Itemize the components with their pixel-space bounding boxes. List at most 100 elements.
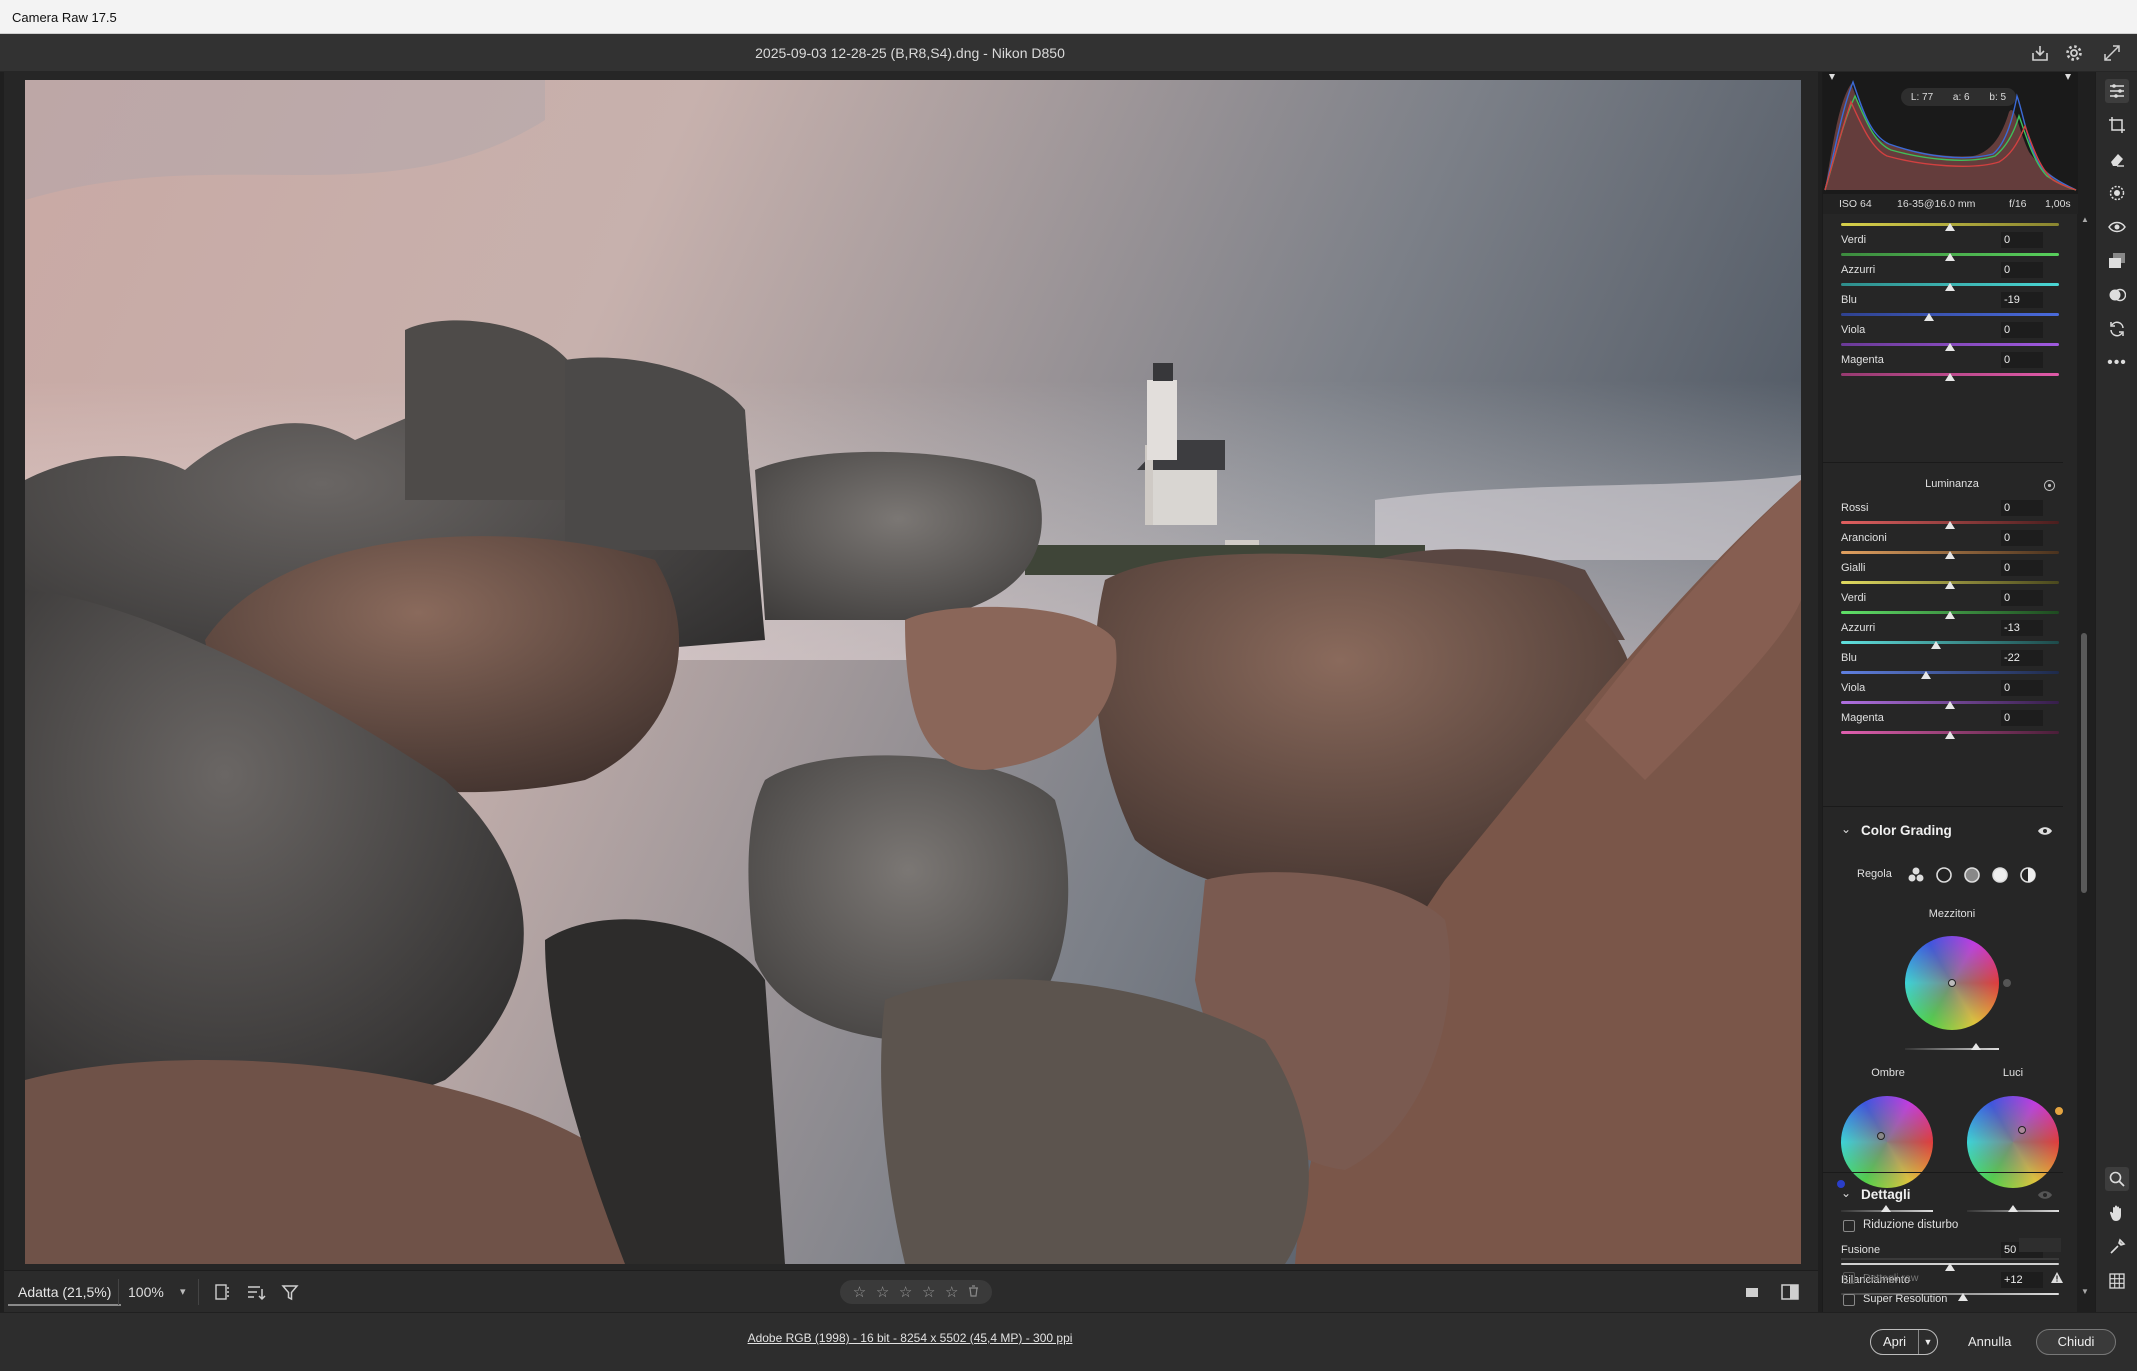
single-view-icon[interactable] bbox=[1740, 1280, 1764, 1304]
star-icon[interactable]: ☆ bbox=[853, 1283, 866, 1301]
shadows-mode-icon[interactable] bbox=[1935, 866, 1953, 887]
workflow-options-link[interactable]: Adobe RGB (1998) - 16 bit - 8254 x 5502 … bbox=[0, 1331, 1820, 1345]
slider-value[interactable]: 0 bbox=[2001, 710, 2043, 726]
chevron-down-icon[interactable]: ⌄ bbox=[1841, 822, 1851, 836]
sort-icon[interactable] bbox=[244, 1280, 268, 1304]
scroll-down-icon[interactable]: ▼ bbox=[2081, 1287, 2089, 1296]
star-icon[interactable]: ☆ bbox=[899, 1283, 912, 1301]
edit-sliders-icon[interactable] bbox=[2105, 79, 2129, 103]
three-way-icon[interactable] bbox=[1907, 866, 1925, 887]
slider-azzurri[interactable]: Azzurri -13 bbox=[1841, 620, 2063, 650]
visibility-eye-icon[interactable] bbox=[2037, 1188, 2053, 1203]
slider-thumb[interactable] bbox=[1971, 1043, 1981, 1050]
more-options-icon[interactable]: ••• bbox=[2105, 351, 2129, 375]
slider-value[interactable]: 0 bbox=[2001, 262, 2043, 278]
target-adjust-icon[interactable] bbox=[2043, 479, 2056, 495]
midtones-luminance-slider[interactable] bbox=[1905, 1048, 1999, 1050]
presets-icon[interactable] bbox=[2105, 283, 2129, 307]
slider-magenta[interactable]: Magenta 0 bbox=[1841, 352, 2063, 382]
details-title[interactable]: Dettagli bbox=[1861, 1187, 1911, 1202]
balance-value[interactable]: +12 bbox=[2001, 1272, 2043, 1288]
midtones-mode-icon[interactable] bbox=[1963, 866, 1981, 887]
slider-value[interactable]: -13 bbox=[2001, 620, 2043, 636]
slider-verdi[interactable]: Verdi 0 bbox=[1841, 232, 2063, 262]
save-icon[interactable] bbox=[2028, 41, 2052, 65]
slider-verdi[interactable]: Verdi 0 bbox=[1841, 590, 2063, 620]
open-button-label[interactable]: Apri bbox=[1871, 1330, 1919, 1354]
highlights-hue-handle[interactable] bbox=[2055, 1107, 2063, 1115]
slider-gialli[interactable]: Gialli 0 bbox=[1841, 560, 2063, 590]
slider-thumb[interactable] bbox=[1945, 343, 1955, 351]
star-icon[interactable]: ☆ bbox=[922, 1283, 935, 1301]
open-button[interactable]: Apri ▼ bbox=[1870, 1329, 1938, 1355]
slider-azzurri[interactable]: Azzurri 0 bbox=[1841, 262, 2063, 292]
highlights-wheel[interactable] bbox=[1967, 1096, 2059, 1188]
zoom-dropdown-icon[interactable]: ▾ bbox=[180, 1278, 186, 1306]
masking-icon[interactable] bbox=[2105, 181, 2129, 205]
chevron-down-icon[interactable]: ▼ bbox=[1919, 1330, 1937, 1354]
slider-thumb[interactable] bbox=[1945, 551, 1955, 559]
filter-icon[interactable] bbox=[278, 1280, 302, 1304]
adjustments-scroll[interactable]: Verdi 0 Azzurri 0 Blu -19 Viola 0 Magenta 0 Lumin… bbox=[1823, 214, 2063, 1312]
super-resolution-checkbox[interactable] bbox=[1843, 1294, 1855, 1306]
slider-blu[interactable]: Blu -19 bbox=[1841, 292, 2063, 322]
crop-icon[interactable] bbox=[2105, 113, 2129, 137]
sync-icon[interactable] bbox=[2105, 317, 2129, 341]
cancel-button[interactable]: Annulla bbox=[1956, 1329, 2023, 1355]
slider-magenta[interactable]: Magenta 0 bbox=[1841, 710, 2063, 740]
shadows-hue-handle[interactable] bbox=[1837, 1180, 1845, 1188]
red-eye-icon[interactable] bbox=[2105, 215, 2129, 239]
slider-value[interactable]: 0 bbox=[2001, 560, 2043, 576]
trash-icon[interactable] bbox=[968, 1284, 979, 1301]
grid-overlay-icon[interactable] bbox=[2105, 1269, 2129, 1293]
photo-preview[interactable] bbox=[25, 80, 1801, 1264]
slider-viola[interactable]: Viola 0 bbox=[1841, 322, 2063, 352]
slider-thumb[interactable] bbox=[1958, 1293, 1968, 1301]
slider-value[interactable]: -22 bbox=[2001, 650, 2043, 666]
slider-thumb[interactable] bbox=[1945, 581, 1955, 589]
slider-value[interactable]: 0 bbox=[2001, 232, 2043, 248]
slider-thumb[interactable] bbox=[1924, 313, 1934, 321]
slider-thumb[interactable] bbox=[1945, 521, 1955, 529]
rating-stars[interactable]: ☆ ☆ ☆ ☆ ☆ bbox=[840, 1280, 992, 1304]
slider-viola[interactable]: Viola 0 bbox=[1841, 680, 2063, 710]
close-button[interactable]: Chiudi bbox=[2036, 1329, 2116, 1355]
zoom-icon[interactable] bbox=[2105, 1167, 2129, 1191]
scroll-up-icon[interactable]: ▲ bbox=[2081, 215, 2089, 224]
visibility-eye-icon[interactable] bbox=[2037, 824, 2053, 839]
slider-thumb[interactable] bbox=[1945, 223, 1955, 231]
slider-value[interactable]: 0 bbox=[2001, 530, 2043, 546]
highlights-mode-icon[interactable] bbox=[1991, 866, 2009, 887]
midtones-wheel-handle[interactable] bbox=[1948, 979, 1956, 987]
white-balance-eyedropper-icon[interactable] bbox=[2105, 1235, 2129, 1259]
slider-thumb[interactable] bbox=[1945, 731, 1955, 739]
scroll-thumb[interactable] bbox=[2081, 633, 2087, 893]
slider-value[interactable]: 0 bbox=[2001, 680, 2043, 696]
slider-value[interactable]: 0 bbox=[2001, 352, 2043, 368]
details-header[interactable]: ⌄ Dettagli bbox=[1823, 1176, 2063, 1214]
shadows-wheel-handle[interactable] bbox=[1877, 1132, 1885, 1140]
noise-reduction-checkbox[interactable] bbox=[1843, 1220, 1855, 1232]
slider-blu[interactable]: Blu -22 bbox=[1841, 650, 2063, 680]
panel-scrollbar[interactable]: ▲ ▼ bbox=[2081, 215, 2089, 1296]
slider-thumb[interactable] bbox=[1945, 283, 1955, 291]
color-grading-title[interactable]: Color Grading bbox=[1861, 823, 1952, 838]
slider-track[interactable] bbox=[1841, 641, 2059, 644]
slider-value[interactable]: 0 bbox=[2001, 590, 2043, 606]
shadows-wheel[interactable] bbox=[1841, 1096, 1933, 1188]
slider-value[interactable]: 0 bbox=[2001, 500, 2043, 516]
slider-value[interactable]: -19 bbox=[2001, 292, 2043, 308]
global-mode-icon[interactable] bbox=[2019, 866, 2037, 887]
slider-track[interactable] bbox=[1841, 671, 2059, 674]
star-icon[interactable]: ☆ bbox=[876, 1283, 889, 1301]
midtones-hue-handle[interactable] bbox=[2003, 979, 2011, 987]
before-after-icon[interactable] bbox=[1778, 1280, 1802, 1304]
slider-thumb[interactable] bbox=[1945, 253, 1955, 261]
slider-thumb[interactable] bbox=[1945, 373, 1955, 381]
slider-thumb[interactable] bbox=[1931, 641, 1941, 649]
chevron-down-icon[interactable]: ⌄ bbox=[1841, 1186, 1851, 1200]
slider-thumb[interactable] bbox=[1945, 611, 1955, 619]
fullscreen-icon[interactable] bbox=[2100, 41, 2124, 65]
snapshots-icon[interactable] bbox=[2105, 249, 2129, 273]
slider-rossi[interactable]: Rossi 0 bbox=[1841, 500, 2063, 530]
